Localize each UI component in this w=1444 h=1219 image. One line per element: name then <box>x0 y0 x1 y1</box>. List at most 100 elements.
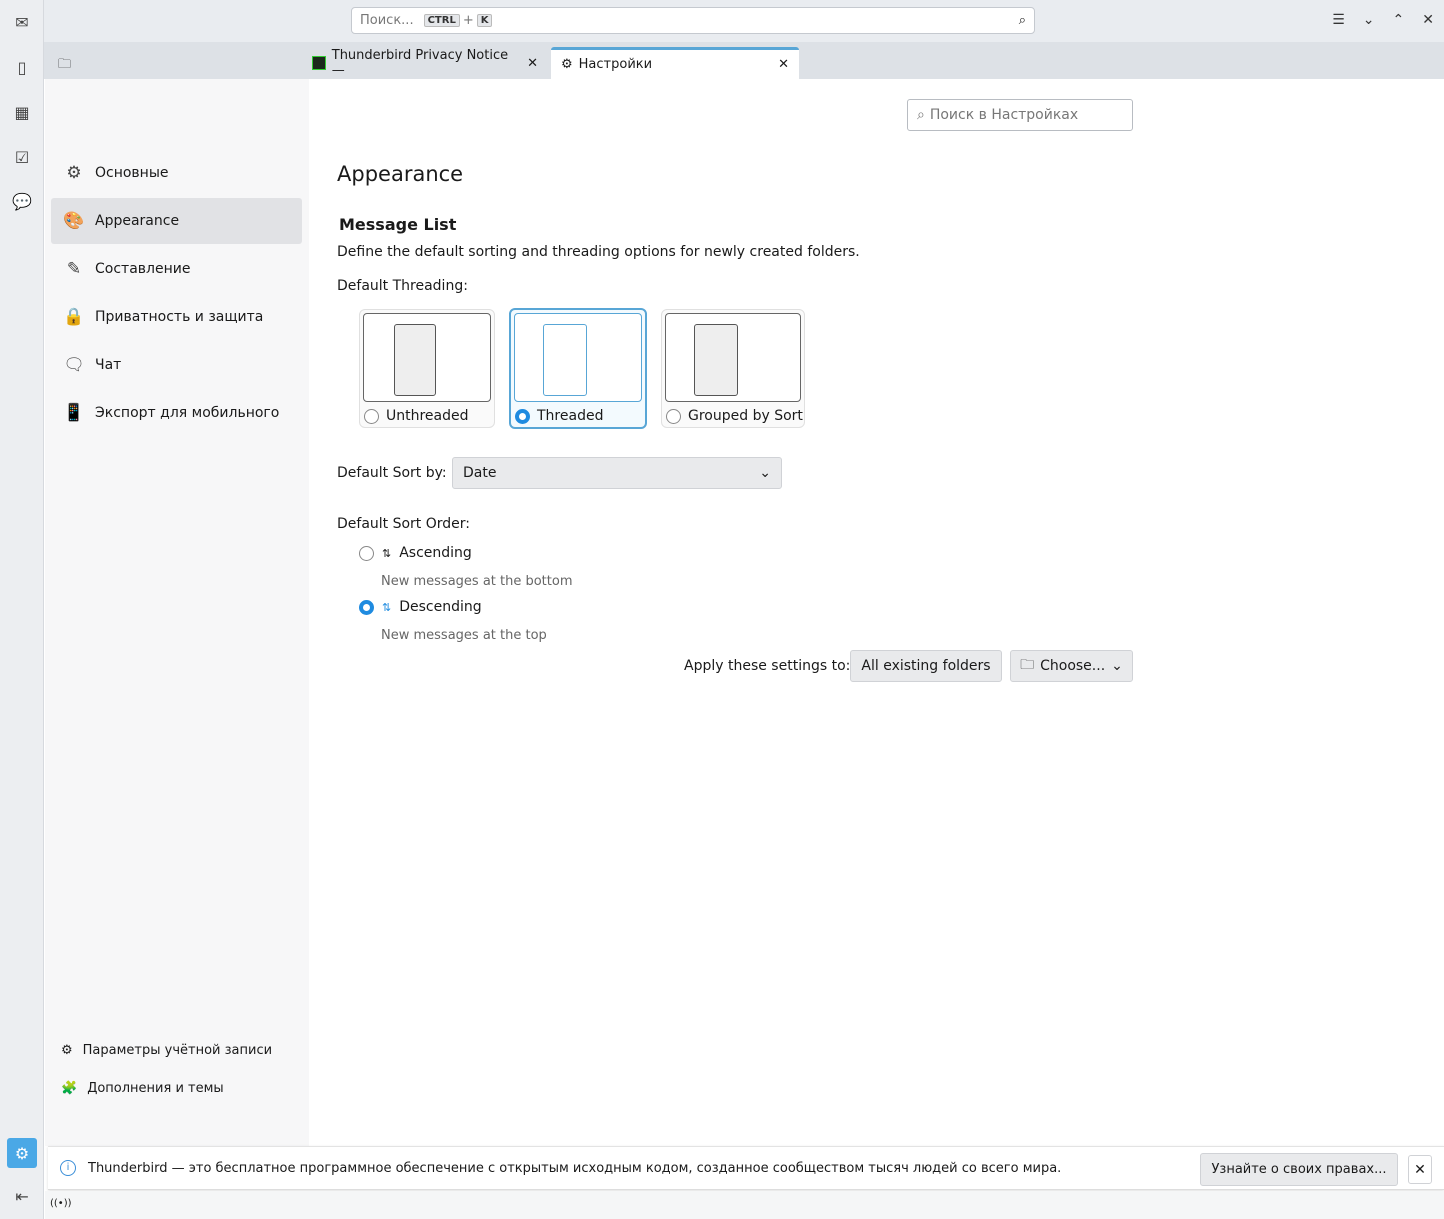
option-label: Unthreaded <box>386 408 469 424</box>
sidebar-item-mobile-export[interactable]: 📱 Экспорт для мобильного <box>51 390 302 436</box>
sidebar-item-label: Составление <box>95 261 191 277</box>
button-label: Узнайте о своих правах... <box>1211 1162 1387 1177</box>
sidebar-item-label: Экспорт для мобильного <box>95 405 280 421</box>
section-description: Define the default sorting and threading… <box>337 244 860 260</box>
puzzle-icon: 🧩 <box>61 1081 78 1096</box>
gear-icon: ⚙ <box>561 57 573 72</box>
grouped-preview <box>665 313 801 402</box>
palette-icon: 🎨 <box>63 211 85 231</box>
gear-icon[interactable]: ⚙ <box>7 1138 37 1168</box>
status-bar: ((•)) <box>45 1191 1444 1219</box>
sidebar-item-appearance[interactable]: 🎨 Appearance <box>51 198 302 244</box>
chevron-down-icon: ⌄ <box>759 465 771 481</box>
sidebar-item-label: Приватность и защита <box>95 309 264 325</box>
sort-ascending-option[interactable]: ⇅ Ascending <box>359 545 472 561</box>
apply-label: Apply these settings to: <box>684 658 851 674</box>
folder-icon: 🗀 <box>1020 657 1035 673</box>
mail-icon[interactable]: ✉ <box>10 10 34 34</box>
radio-descending[interactable] <box>359 599 374 615</box>
sidebar-item-privacy[interactable]: 🔒 Приватность и защита <box>51 294 302 340</box>
lock-icon: 🔒 <box>63 307 85 327</box>
sidebar-addons[interactable]: 🧩 Дополнения и темы <box>61 1081 224 1096</box>
spaces-toolbar: ✉ ▯ ▦ ☑ 💬 ⚙ ⇤ <box>0 0 44 1219</box>
ascending-hint: New messages at the bottom <box>381 574 573 589</box>
kbd-plus: + <box>462 13 474 28</box>
radio-threaded[interactable] <box>515 408 530 424</box>
address-book-icon[interactable]: ▯ <box>10 55 34 79</box>
global-search-input[interactable]: Поиск... CTRL + K ⌕ <box>351 7 1035 34</box>
descending-hint: New messages at the top <box>381 628 547 643</box>
tab-settings[interactable]: ⚙ Настройки ✕ <box>551 47 799 79</box>
know-rights-button[interactable]: Узнайте о своих правах... <box>1200 1153 1398 1186</box>
radio-unthreaded[interactable] <box>364 408 379 424</box>
threading-option-threaded[interactable]: Threaded <box>509 308 647 429</box>
sort-descending-icon: ⇅ <box>382 600 392 614</box>
close-tab-icon[interactable]: ✕ <box>527 56 538 71</box>
sidebar-item-label: Параметры учётной записи <box>82 1043 273 1058</box>
unthreaded-preview <box>363 313 491 402</box>
sort-descending-option[interactable]: ⇅ Descending <box>359 599 482 615</box>
page-icon <box>312 56 326 70</box>
sidebar-account-settings[interactable]: ⚙ Параметры учётной записи <box>61 1043 272 1058</box>
sort-by-value: Date <box>463 465 497 481</box>
section-title: Message List <box>339 215 457 234</box>
folder-icon[interactable]: 🗀 <box>58 55 71 77</box>
chevron-down-icon: ⌄ <box>1111 658 1123 674</box>
close-icon: ✕ <box>1414 1161 1426 1178</box>
close-icon[interactable]: ✕ <box>1422 12 1434 28</box>
calendar-icon[interactable]: ▦ <box>10 100 34 124</box>
tab-label: Thunderbird Privacy Notice — <box>331 48 509 78</box>
sidebar-item-chat[interactable]: 🗨 Чат <box>51 342 302 388</box>
kbd-k: K <box>476 14 493 27</box>
option-label: Descending <box>399 599 482 615</box>
radio-grouped[interactable] <box>666 408 681 424</box>
threading-label: Default Threading: <box>337 278 468 294</box>
sidebar-item-label: Appearance <box>95 213 180 229</box>
close-tab-icon[interactable]: ✕ <box>778 57 789 72</box>
tab-label: Настройки <box>578 57 653 72</box>
search-icon: ⌕ <box>917 107 925 123</box>
option-label: Grouped by Sort <box>688 408 803 424</box>
sort-by-select[interactable]: Date ⌄ <box>452 457 782 489</box>
sort-order-label: Default Sort Order: <box>337 516 471 532</box>
sidebar-item-composition[interactable]: ✎ Составление <box>51 246 302 292</box>
button-label: Choose... <box>1040 658 1106 674</box>
sort-by-label: Default Sort by: <box>337 465 447 481</box>
sidebar-item-label: Дополнения и темы <box>87 1081 224 1096</box>
option-label: Threaded <box>537 408 604 424</box>
notification-bar: i Thunderbird — это бесплатное программн… <box>48 1146 1444 1190</box>
info-icon: i <box>60 1160 76 1176</box>
sidebar-item-label: Чат <box>95 357 122 373</box>
threading-option-grouped[interactable]: Grouped by Sort <box>661 309 805 428</box>
radio-ascending[interactable] <box>359 545 374 561</box>
tasks-icon[interactable]: ☑ <box>10 145 34 169</box>
search-placeholder: Поиск... <box>360 13 414 28</box>
close-notification-button[interactable]: ✕ <box>1408 1155 1432 1184</box>
page-title: Appearance <box>337 162 464 186</box>
button-label: All existing folders <box>861 658 991 674</box>
minimize-icon[interactable]: ⌄ <box>1363 12 1375 28</box>
choose-button[interactable]: 🗀 Choose... ⌄ <box>1010 650 1133 682</box>
collapse-icon[interactable]: ⇤ <box>10 1184 34 1208</box>
option-label: Ascending <box>399 545 472 561</box>
tab-privacy-notice[interactable]: Thunderbird Privacy Notice — ✕ <box>302 47 548 79</box>
notification-text: Thunderbird — это бесплатное программное… <box>88 1161 1062 1176</box>
settings-search-input[interactable]: ⌕ Поиск в Настройках <box>907 99 1133 131</box>
all-folders-button[interactable]: All existing folders <box>850 650 1002 682</box>
search-icon[interactable]: ⌕ <box>1019 13 1026 28</box>
settings-sidebar: ⚙ Основные 🎨 Appearance ✎ Составление 🔒 Прив… <box>45 79 309 1146</box>
chat-icon[interactable]: 💬 <box>10 189 34 213</box>
tab-bar: 🗀 Thunderbird Privacy Notice — ✕ ⚙ Настр… <box>44 42 1444 79</box>
online-status-icon[interactable]: ((•)) <box>50 1198 72 1209</box>
account-icon: ⚙ <box>61 1043 73 1058</box>
sidebar-item-general[interactable]: ⚙ Основные <box>51 150 302 196</box>
menu-icon[interactable]: ☰ <box>1332 12 1345 28</box>
threading-option-unthreaded[interactable]: Unthreaded <box>359 309 495 428</box>
maximize-icon[interactable]: ⌃ <box>1393 12 1405 28</box>
mobile-export-icon: 📱 <box>63 403 85 423</box>
threaded-preview <box>514 313 642 402</box>
search-placeholder: Поиск в Настройках <box>929 107 1079 123</box>
sort-ascending-icon: ⇅ <box>382 546 392 560</box>
pencil-icon: ✎ <box>66 259 82 279</box>
gear-icon: ⚙ <box>66 163 82 183</box>
